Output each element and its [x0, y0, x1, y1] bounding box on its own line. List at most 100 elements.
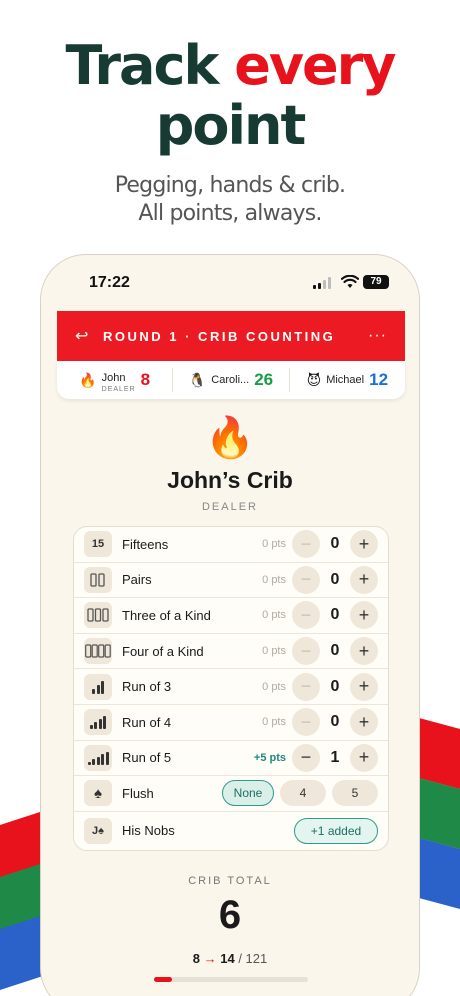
- row-three-of-a-kind: Three of a Kind 0 pts − 0 +: [74, 598, 388, 634]
- row-run-of-4: Run of 4 0 pts − 0 +: [74, 705, 388, 741]
- four-cards-icon: [84, 638, 112, 665]
- phone-screen: 17:22 79 ↩ ROUND 1 · CRIB COUNTING ··· 🔥…: [40, 254, 420, 996]
- score-progress: 8 → 14 / 121: [41, 951, 419, 966]
- score-categories: 15 Fifteens 0 pts − 0 + Pairs 0 pts − 0 …: [73, 526, 389, 851]
- undo-icon[interactable]: ↩: [75, 326, 103, 346]
- row-his-nobs: J♠ His Nobs +1 added: [74, 812, 388, 850]
- row-four-of-a-kind: Four of a Kind 0 pts − 0 +: [74, 634, 388, 670]
- increment-button[interactable]: +: [350, 530, 378, 559]
- run-bars-icon: [84, 709, 112, 736]
- player-role: DEALER: [101, 385, 136, 393]
- fifteen-icon: 15: [84, 531, 112, 558]
- jack-spade-icon: J♠: [84, 817, 112, 844]
- decrement-button[interactable]: −: [292, 743, 320, 772]
- increment-button[interactable]: +: [350, 601, 378, 630]
- increment-button[interactable]: +: [350, 637, 378, 666]
- row-count: 0: [330, 535, 340, 553]
- increment-button[interactable]: +: [350, 708, 378, 737]
- player-score: 12: [369, 370, 389, 389]
- hero: Track every point Pegging, hands & crib.…: [0, 36, 460, 228]
- row-points: 0 pts: [262, 716, 286, 729]
- crib-title: John’s Crib: [167, 467, 293, 493]
- scoreboard: 🔥 John DEALER 8 🐧 Caroli... 26 😈 Michael…: [57, 361, 405, 399]
- row-points: 0 pts: [262, 573, 286, 586]
- score-from: 8: [192, 951, 200, 966]
- player-john[interactable]: 🔥 John DEALER 8: [57, 368, 174, 393]
- devil-icon: 😈: [306, 371, 322, 388]
- row-pairs: Pairs 0 pts − 0 +: [74, 563, 388, 599]
- row-label: Run of 3: [122, 679, 172, 695]
- status-bar: 17:22 79: [41, 273, 419, 295]
- row-count: 0: [330, 642, 340, 660]
- score-goal: / 121: [238, 951, 268, 966]
- row-label: Flush: [122, 785, 154, 801]
- row-count: 1: [330, 748, 340, 766]
- hero-subtitle: Pegging, hands & crib. All points, alway…: [0, 172, 460, 228]
- row-count: 0: [330, 677, 340, 695]
- hero-title-word: Track: [65, 34, 220, 97]
- decrement-button[interactable]: −: [292, 601, 320, 630]
- player-caroline[interactable]: 🐧 Caroli... 26: [173, 368, 290, 392]
- row-label: Fifteens: [122, 536, 169, 552]
- row-count: 0: [330, 606, 340, 624]
- row-label: Run of 4: [122, 714, 172, 730]
- hero-title-accent: every: [234, 34, 396, 97]
- row-count: 0: [330, 713, 340, 731]
- penguin-icon: 🐧: [188, 371, 207, 388]
- crib-total-label: CRIB TOTAL: [188, 875, 272, 887]
- player-name: Caroli...: [211, 373, 250, 386]
- decrement-button[interactable]: −: [292, 637, 320, 666]
- spade-icon: ♠: [84, 780, 112, 807]
- row-label: Run of 5: [122, 750, 172, 766]
- hero-subtitle-line: Pegging, hands & crib.: [114, 173, 346, 198]
- flush-option-4[interactable]: 4: [280, 780, 326, 807]
- row-fifteens: 15 Fifteens 0 pts − 0 +: [74, 527, 388, 563]
- arrow-right-icon: →: [203, 951, 217, 966]
- crib-total-value: 6: [218, 893, 242, 937]
- row-flush: ♠ Flush None 4 5: [74, 776, 388, 812]
- row-points: 0 pts: [262, 645, 286, 658]
- hero-subtitle-line: All points, always.: [138, 201, 322, 226]
- increment-button[interactable]: +: [350, 743, 378, 772]
- flush-option-none[interactable]: None: [222, 780, 274, 807]
- wifi-icon: [341, 275, 359, 288]
- score-to: 14: [220, 951, 235, 966]
- nobs-added-button[interactable]: +1 added: [294, 817, 378, 844]
- fire-icon: 🔥: [205, 416, 255, 460]
- row-label: Pairs: [122, 572, 152, 588]
- player-michael[interactable]: 😈 Michael 12: [290, 368, 405, 392]
- row-label: Four of a Kind: [122, 643, 204, 659]
- decrement-button[interactable]: −: [292, 565, 320, 594]
- decrement-button[interactable]: −: [292, 530, 320, 559]
- player-name: John: [101, 371, 126, 384]
- row-run-of-5: Run of 5 +5 pts − 1 +: [74, 741, 388, 777]
- hero-title: Track every point: [0, 36, 460, 156]
- progress-bar: [154, 977, 308, 982]
- run-bars-icon: [84, 673, 112, 700]
- row-points: 0 pts: [262, 538, 286, 551]
- row-label: Three of a Kind: [122, 607, 211, 623]
- row-points: 0 pts: [262, 680, 286, 693]
- progress-fill: [154, 977, 172, 982]
- crib-role: DEALER: [201, 501, 259, 513]
- pair-cards-icon: [84, 566, 112, 593]
- status-time: 17:22: [89, 274, 130, 291]
- row-run-of-3: Run of 3 0 pts − 0 +: [74, 669, 388, 705]
- increment-button[interactable]: +: [350, 672, 378, 701]
- row-label: His Nobs: [122, 823, 175, 839]
- player-score: 8: [140, 370, 151, 389]
- decrement-button[interactable]: −: [292, 672, 320, 701]
- top-bar: ↩ ROUND 1 · CRIB COUNTING ···: [57, 311, 405, 361]
- player-name: Michael: [326, 373, 365, 386]
- player-score: 26: [254, 370, 274, 389]
- decrement-button[interactable]: −: [292, 708, 320, 737]
- hero-title-word: point: [155, 94, 307, 157]
- row-count: 0: [330, 570, 340, 588]
- flush-option-5[interactable]: 5: [332, 780, 378, 807]
- row-points: +5 pts: [253, 751, 286, 764]
- increment-button[interactable]: +: [350, 565, 378, 594]
- more-icon[interactable]: ···: [368, 327, 387, 345]
- fire-icon: 🔥: [79, 371, 97, 388]
- player-info: John DEALER: [102, 368, 136, 393]
- run-bars-icon: [84, 744, 112, 771]
